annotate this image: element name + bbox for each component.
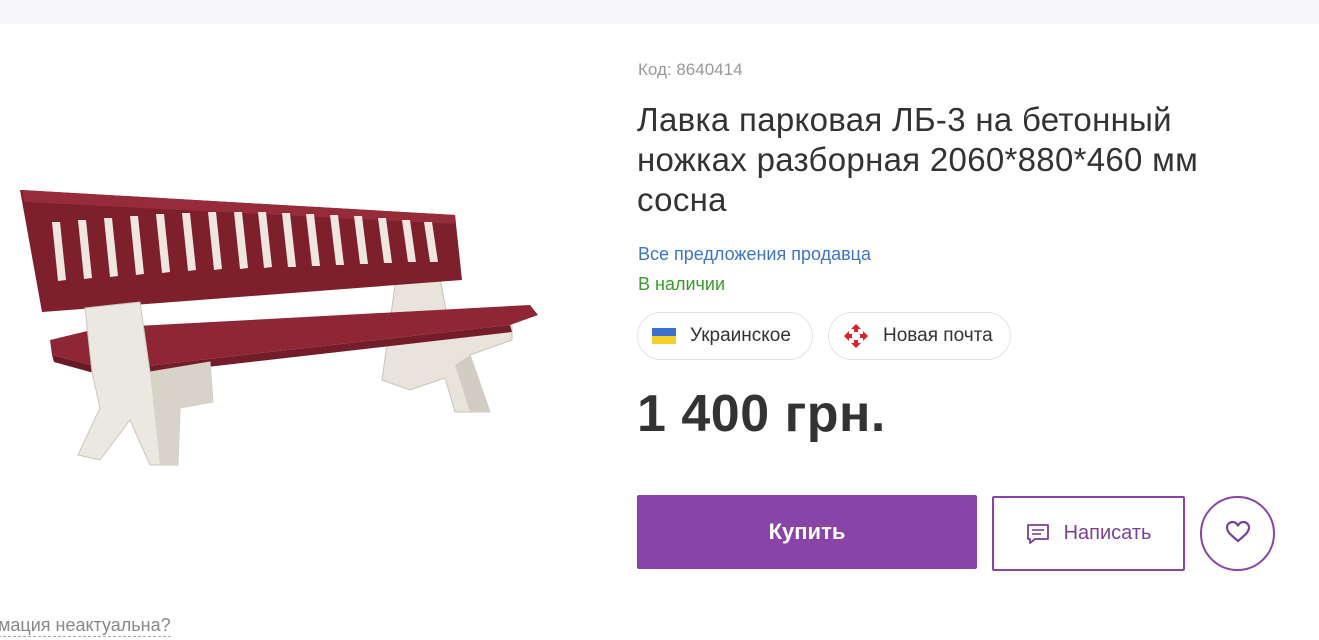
ukrainian-badge[interactable]: Украинское (637, 312, 813, 360)
ukraine-flag-icon (652, 328, 676, 344)
write-message-button[interactable]: Написать (992, 496, 1185, 571)
delivery-badge[interactable]: Новая почта (828, 312, 1011, 360)
message-icon (1026, 523, 1050, 545)
heart-icon (1225, 520, 1251, 547)
bench-image (20, 190, 538, 466)
availability-status: В наличии (638, 274, 726, 294)
buy-button[interactable]: Купить (637, 495, 977, 569)
nova-poshta-icon (843, 323, 869, 349)
product-title: Лавка парковая ЛБ-3 на бетонный ножках р… (637, 101, 1199, 218)
seller-offers-link[interactable]: Все предложения продавца (638, 244, 871, 265)
product-price: 1 400 грн. (637, 385, 886, 443)
write-message-label: Написать (1063, 522, 1152, 544)
top-strip (0, 0, 1319, 24)
report-outdated-link[interactable]: омация неактуальна? (0, 614, 171, 637)
ukrainian-badge-label: Украинское (690, 325, 791, 346)
product-code: Код: 8640414 (638, 60, 743, 79)
product-image[interactable] (0, 150, 560, 480)
delivery-badge-label: Новая почта (883, 325, 993, 346)
favorite-button[interactable] (1200, 496, 1275, 571)
